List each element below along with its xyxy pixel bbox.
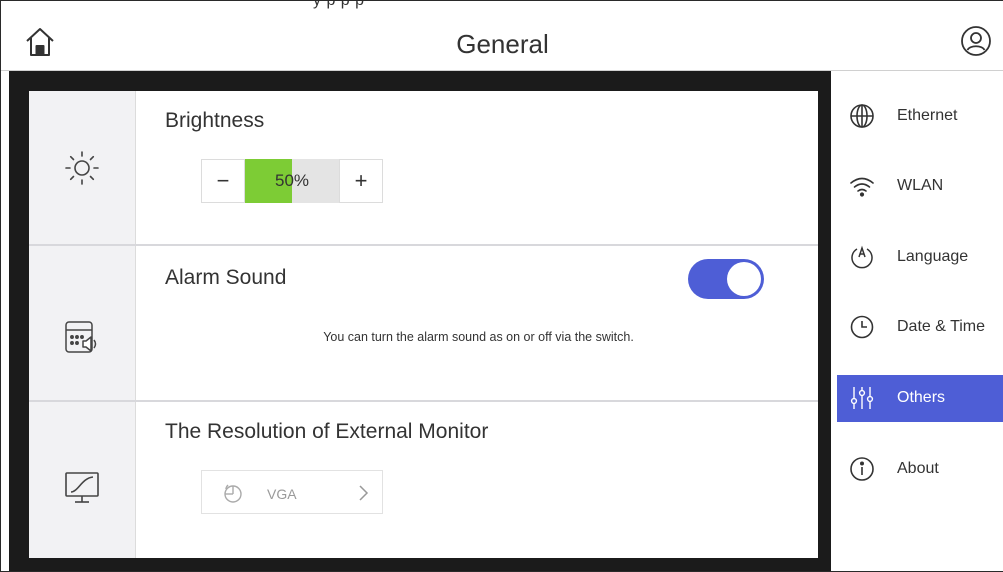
settings-nav: Ethernet WLAN Language Date & Time Other… [831,71,1003,571]
resolution-card: The Resolution of External Monitor VGA [29,402,818,558]
nav-item-ethernet[interactable]: Ethernet [837,93,1003,140]
app-window: y p p p General [0,0,1003,572]
brightness-label: Brightness [165,109,265,132]
sun-icon [65,150,99,185]
resolution-value: VGA [267,486,297,502]
clock-icon [850,315,874,339]
nav-label: Date & Time [897,318,986,335]
resolution-icon-cell [29,402,136,558]
info-icon [850,457,874,481]
settings-panel: Brightness − 50% + Alarm Sound You can t… [9,71,831,571]
brightness-card: Brightness − 50% + [29,91,818,244]
alarm-hint: You can turn the alarm sound as on or of… [323,330,634,344]
alarm-label: Alarm Sound [165,266,287,289]
nav-item-about[interactable]: About [837,446,1003,493]
brightness-value: 50% [274,171,310,190]
brightness-stepper: − 50% + [201,159,383,203]
alarm-toggle[interactable] [688,259,764,299]
resolution-option-icon [224,484,242,503]
toggle-knob [727,262,761,296]
nav-item-language[interactable]: Language [837,234,1003,281]
globe-icon [850,104,874,128]
alarm-icon-cell [29,246,136,400]
nav-label: Language [897,248,969,265]
language-icon [851,245,873,269]
user-icon [961,26,991,56]
page-title: General [456,29,549,59]
brightness-bar[interactable]: 50% [245,159,339,203]
clipped-top-text: y p p p [1,1,1003,15]
header-bar: General [1,15,1003,71]
monitor-icon [65,471,99,503]
nav-item-date-time[interactable]: Date & Time [837,304,1003,351]
resolution-label: The Resolution of External Monitor [165,420,489,443]
nav-item-others[interactable]: Others [837,375,1003,422]
nav-item-wlan[interactable]: WLAN [837,163,1003,210]
clipped-text: y p p p [313,1,365,10]
resolution-select[interactable]: VGA [201,470,383,514]
wifi-icon [850,177,874,197]
nav-label: WLAN [897,177,944,194]
brightness-icon-cell [29,91,136,244]
nav-label: About [897,460,939,477]
alarm-speaker-icon [65,321,97,354]
nav-label: Others [897,389,946,406]
alarm-card: Alarm Sound You can turn the alarm sound… [29,246,818,400]
user-button[interactable] [960,25,992,57]
nav-label: Ethernet [897,107,958,124]
brightness-increase-button[interactable]: + [339,159,383,203]
brightness-decrease-button[interactable]: − [201,159,245,203]
sliders-icon [850,387,874,409]
chevron-right-icon [359,485,369,501]
